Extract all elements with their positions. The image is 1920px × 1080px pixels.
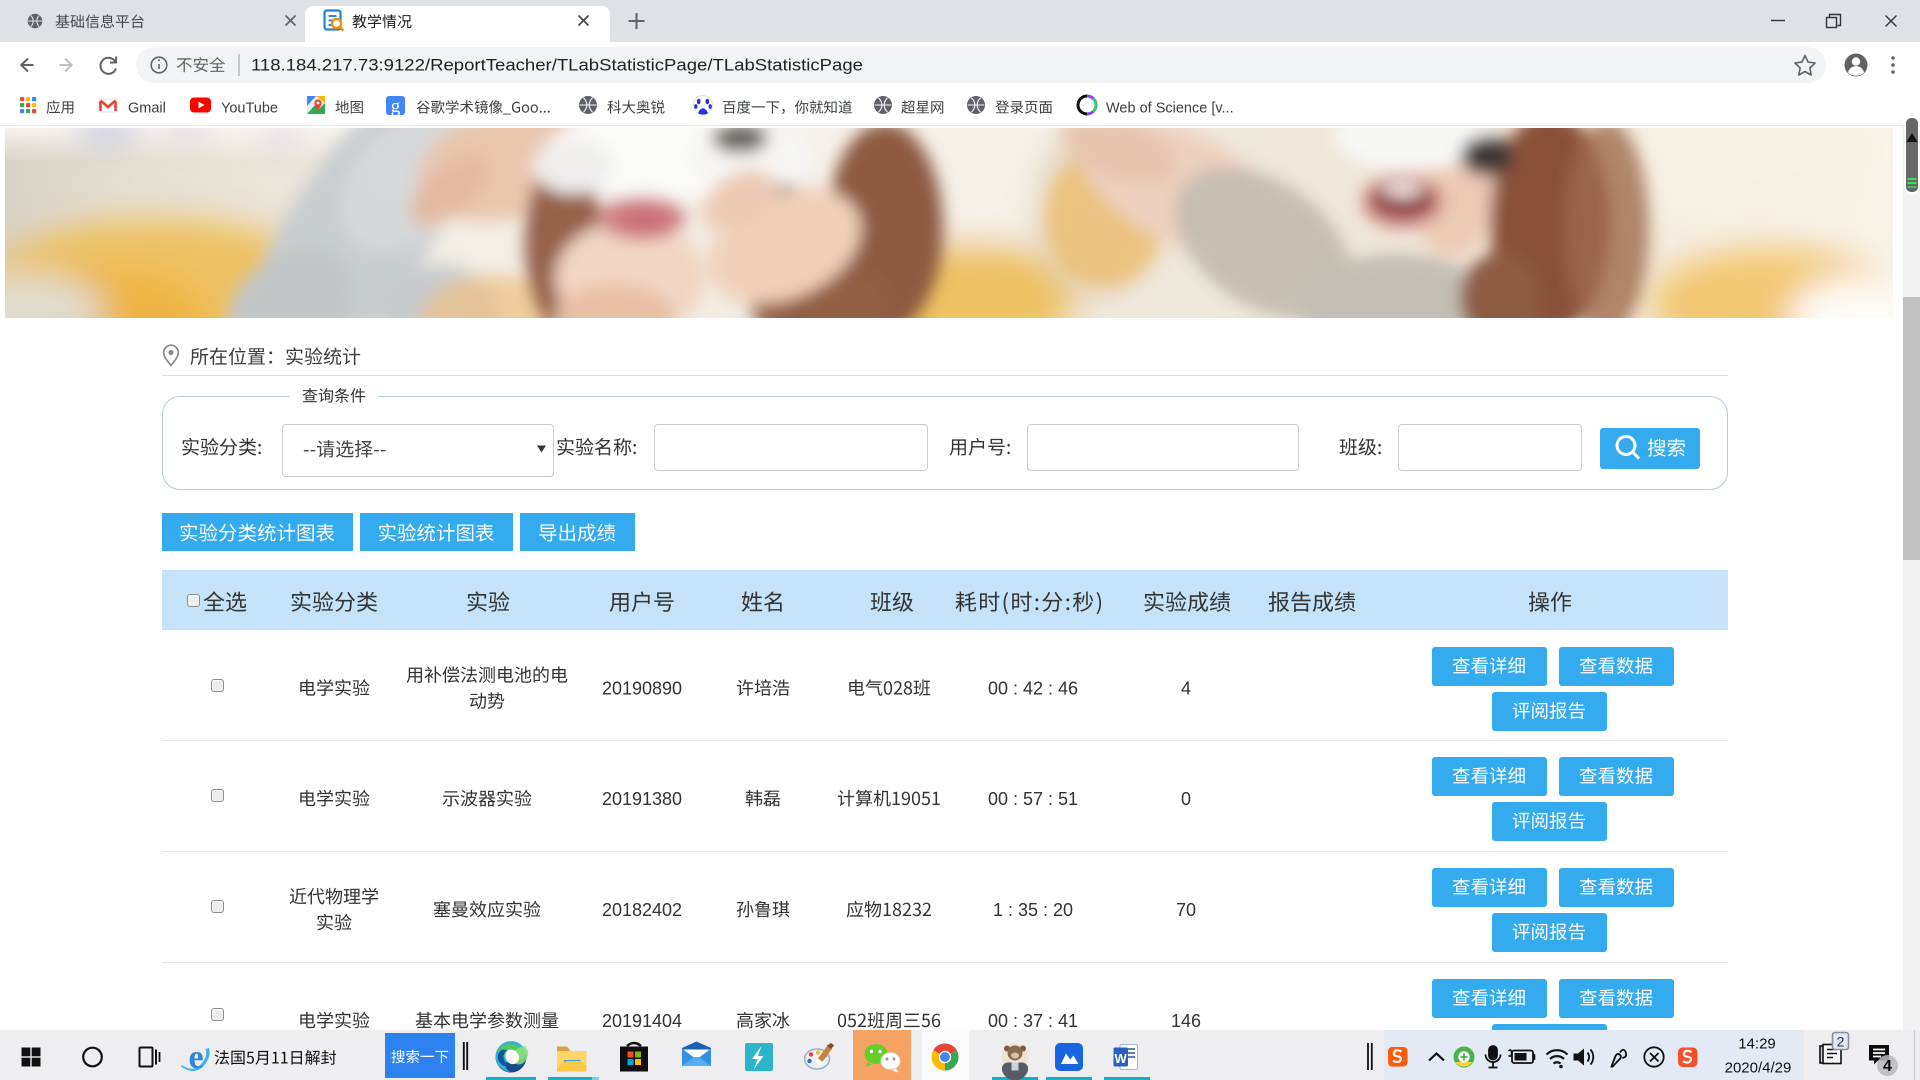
svg-text:00 : 37 : 41: 00 : 37 : 41 [988, 1011, 1078, 1031]
svg-text:2: 2 [1837, 1034, 1845, 1050]
svg-text:20190890: 20190890 [602, 679, 682, 699]
svg-text:70: 70 [1176, 900, 1196, 920]
svg-text:00 : 57 : 51: 00 : 57 : 51 [988, 789, 1078, 809]
svg-text:146: 146 [1171, 1011, 1201, 1031]
svg-text:20182402: 20182402 [602, 900, 682, 920]
svg-text:YouTube: YouTube [221, 101, 278, 117]
svg-text:20191404: 20191404 [602, 1011, 682, 1031]
svg-text:Web of Science [v...: Web of Science [v... [1106, 101, 1234, 117]
svg-text:20191380: 20191380 [602, 789, 682, 809]
svg-text:g: g [391, 96, 401, 117]
svg-text:4: 4 [1181, 679, 1191, 699]
svg-text:2020/4/29: 2020/4/29 [1725, 1060, 1792, 1077]
svg-text:1 : 35 : 20: 1 : 35 : 20 [993, 900, 1073, 920]
svg-text:118.184.217.73:9122/ReportTeac: 118.184.217.73:9122/ReportTeacher/TLabSt… [251, 57, 863, 75]
svg-text:00 : 42 : 46: 00 : 42 : 46 [988, 679, 1078, 699]
svg-text:14:29: 14:29 [1738, 1036, 1776, 1053]
svg-text:0: 0 [1181, 789, 1191, 809]
svg-text:Gmail: Gmail [128, 101, 166, 117]
svg-text:e: e [188, 1039, 203, 1076]
svg-text:W: W [1115, 1051, 1128, 1066]
svg-text:4: 4 [1883, 1058, 1892, 1075]
